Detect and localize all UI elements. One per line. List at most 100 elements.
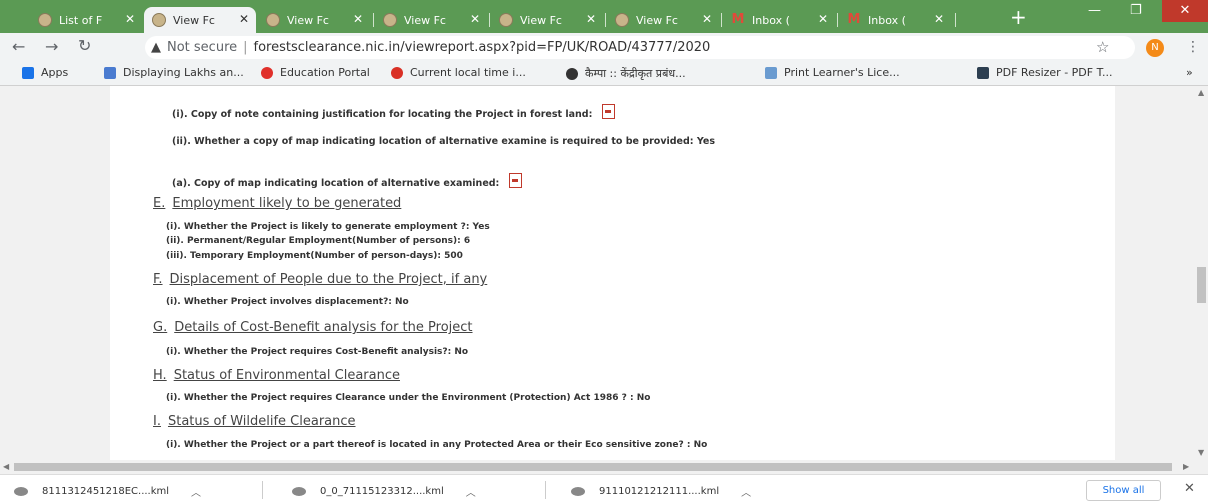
minimize-icon[interactable]: — bbox=[1088, 3, 1101, 18]
tab-view[interactable]: View Fc ✕ bbox=[607, 7, 719, 33]
section-letter: F. bbox=[153, 272, 163, 287]
bookmark-item[interactable]: Displaying Lakhs an... bbox=[104, 66, 244, 79]
site-favicon-icon bbox=[391, 66, 403, 79]
tab-close-icon[interactable]: ✕ bbox=[818, 12, 828, 26]
tab-strip: List of F ✕ View Fc ✕ View Fc ✕ View Fc … bbox=[0, 0, 1208, 33]
file-icon bbox=[571, 487, 585, 496]
bookmark-item[interactable]: Current local time i... bbox=[391, 66, 526, 79]
reload-icon[interactable]: ↻ bbox=[78, 36, 91, 55]
report-item: (i). Copy of note containing justificati… bbox=[172, 104, 616, 120]
downloads-bar: 8111312451218EC....kml ︿ 0_0_71115123312… bbox=[0, 474, 1208, 504]
tab-view[interactable]: View Fc ✕ bbox=[491, 7, 603, 33]
gmail-icon: M bbox=[847, 12, 861, 27]
tab-inbox[interactable]: M Inbox ( ✕ bbox=[723, 7, 835, 33]
download-filename: 0_0_71115123312....kml bbox=[320, 486, 444, 497]
site-favicon-icon bbox=[261, 66, 273, 79]
scroll-right-icon[interactable]: ▶ bbox=[1183, 462, 1189, 471]
menu-icon[interactable]: ⋮ bbox=[1186, 39, 1200, 55]
bookmark-item[interactable]: Education Portal bbox=[261, 66, 370, 79]
tab-list-of[interactable]: List of F ✕ bbox=[30, 7, 142, 33]
vertical-scroll-thumb[interactable] bbox=[1197, 267, 1206, 303]
tab-title: Inbox ( bbox=[752, 13, 790, 27]
bookmarks-more-icon[interactable]: » bbox=[1186, 66, 1193, 79]
back-icon[interactable]: ← bbox=[12, 37, 25, 56]
download-filename: 91110121212111....kml bbox=[599, 486, 720, 497]
site-favicon-icon bbox=[499, 13, 513, 27]
tab-view[interactable]: View Fc ✕ bbox=[375, 7, 487, 33]
section-title: Employment likely to be generated bbox=[172, 196, 402, 211]
site-favicon-icon bbox=[104, 66, 116, 79]
pdf-icon[interactable] bbox=[509, 173, 523, 188]
bookmark-label: Current local time i... bbox=[410, 66, 526, 79]
chevron-up-icon[interactable]: ︿ bbox=[741, 484, 751, 499]
tab-close-icon[interactable]: ✕ bbox=[586, 12, 596, 26]
scroll-left-icon[interactable]: ◀ bbox=[3, 462, 9, 471]
download-item[interactable]: 91110121212111....kml ︿ bbox=[571, 484, 751, 499]
bookmark-item[interactable]: PDF Resizer - PDF T... bbox=[977, 66, 1113, 79]
chevron-up-icon[interactable]: ︿ bbox=[466, 484, 476, 499]
horizontal-scrollbar[interactable]: ◀ ▶ bbox=[0, 460, 1208, 474]
tab-close-icon[interactable]: ✕ bbox=[702, 12, 712, 26]
section-letter: H. bbox=[153, 368, 167, 383]
tab-view[interactable]: View Fc ✕ bbox=[258, 7, 370, 33]
forward-icon[interactable]: → bbox=[45, 37, 58, 56]
site-favicon-icon bbox=[38, 13, 52, 27]
file-icon bbox=[14, 487, 28, 496]
apps-grid-icon bbox=[22, 66, 34, 79]
bookmark-label: Print Learner's Lice... bbox=[784, 66, 900, 79]
new-tab-icon[interactable]: + bbox=[1010, 5, 1027, 29]
scroll-up-icon[interactable]: ▲ bbox=[1198, 88, 1204, 97]
bookmarks-bar: Apps Displaying Lakhs an... Education Po… bbox=[0, 62, 1208, 86]
pdf-icon[interactable] bbox=[602, 104, 616, 119]
item-text: (i). Copy of note containing justificati… bbox=[172, 109, 593, 120]
download-item[interactable]: 8111312451218EC....kml ︿ bbox=[14, 484, 201, 499]
section-title: Status of Environmental Clearance bbox=[173, 368, 400, 383]
restore-icon[interactable]: ❐ bbox=[1130, 3, 1142, 18]
site-favicon-icon bbox=[765, 66, 777, 79]
horizontal-scroll-thumb[interactable] bbox=[14, 463, 1172, 471]
tab-view-active[interactable]: View Fc ✕ bbox=[144, 7, 256, 33]
report-item: (a). Copy of map indicating location of … bbox=[172, 173, 523, 189]
report-item: (i). Whether the Project is likely to ge… bbox=[166, 222, 490, 232]
tab-title: View Fc bbox=[520, 13, 562, 27]
report-item: (i). Whether the Project requires Cost-B… bbox=[166, 347, 469, 357]
profile-avatar[interactable]: N bbox=[1146, 39, 1164, 57]
site-favicon-icon bbox=[566, 67, 578, 80]
scroll-down-icon[interactable]: ▼ bbox=[1198, 448, 1204, 457]
window-close-icon[interactable]: ✕ bbox=[1162, 0, 1208, 22]
bookmark-item[interactable]: कैम्पा :: केंद्रीकृत प्रबंध... bbox=[566, 66, 686, 81]
tab-separator bbox=[489, 13, 490, 27]
report-item: (ii). Whether a copy of map indicating l… bbox=[172, 136, 716, 147]
download-item[interactable]: 0_0_71115123312....kml ︿ bbox=[292, 484, 476, 499]
bookmark-apps[interactable]: Apps bbox=[22, 66, 68, 79]
address-bar[interactable]: ▲ Not secure | forestsclearance.nic.in/v… bbox=[145, 36, 1135, 59]
site-favicon-icon bbox=[152, 13, 166, 27]
section-letter: G. bbox=[153, 320, 168, 335]
bookmark-label: Displaying Lakhs an... bbox=[123, 66, 244, 79]
file-icon bbox=[292, 487, 306, 496]
vertical-scrollbar[interactable]: ▲ ▼ bbox=[1195, 86, 1208, 460]
chevron-up-icon[interactable]: ︿ bbox=[191, 484, 201, 499]
bookmark-label: कैम्पा :: केंद्रीकृत प्रबंध... bbox=[585, 67, 686, 80]
tab-title: View Fc bbox=[287, 13, 329, 27]
tab-inbox[interactable]: M Inbox ( ✕ bbox=[839, 7, 951, 33]
tab-separator bbox=[955, 13, 956, 27]
tab-close-icon[interactable]: ✕ bbox=[934, 12, 944, 26]
tab-close-icon[interactable]: ✕ bbox=[125, 12, 135, 26]
bookmark-item[interactable]: Print Learner's Lice... bbox=[765, 66, 900, 79]
tab-title: View Fc bbox=[173, 13, 215, 27]
section-letter: E. bbox=[153, 196, 166, 211]
tab-separator bbox=[721, 13, 722, 27]
tab-close-icon[interactable]: ✕ bbox=[353, 12, 363, 26]
close-downloads-icon[interactable]: ✕ bbox=[1184, 481, 1195, 496]
show-all-button[interactable]: Show all bbox=[1086, 480, 1161, 501]
download-separator bbox=[262, 481, 263, 499]
warning-icon: ▲ bbox=[151, 40, 161, 55]
site-favicon-icon bbox=[266, 13, 280, 27]
tab-close-icon[interactable]: ✕ bbox=[470, 12, 480, 26]
section-heading: I. Status of Wildelife Clearance bbox=[153, 414, 356, 429]
report-item: (iii). Temporary Employment(Number of pe… bbox=[166, 251, 463, 261]
report-item: (i). Whether the Project requires Cleara… bbox=[166, 393, 651, 403]
bookmark-star-icon[interactable]: ☆ bbox=[1096, 38, 1109, 56]
tab-close-icon[interactable]: ✕ bbox=[239, 12, 249, 26]
